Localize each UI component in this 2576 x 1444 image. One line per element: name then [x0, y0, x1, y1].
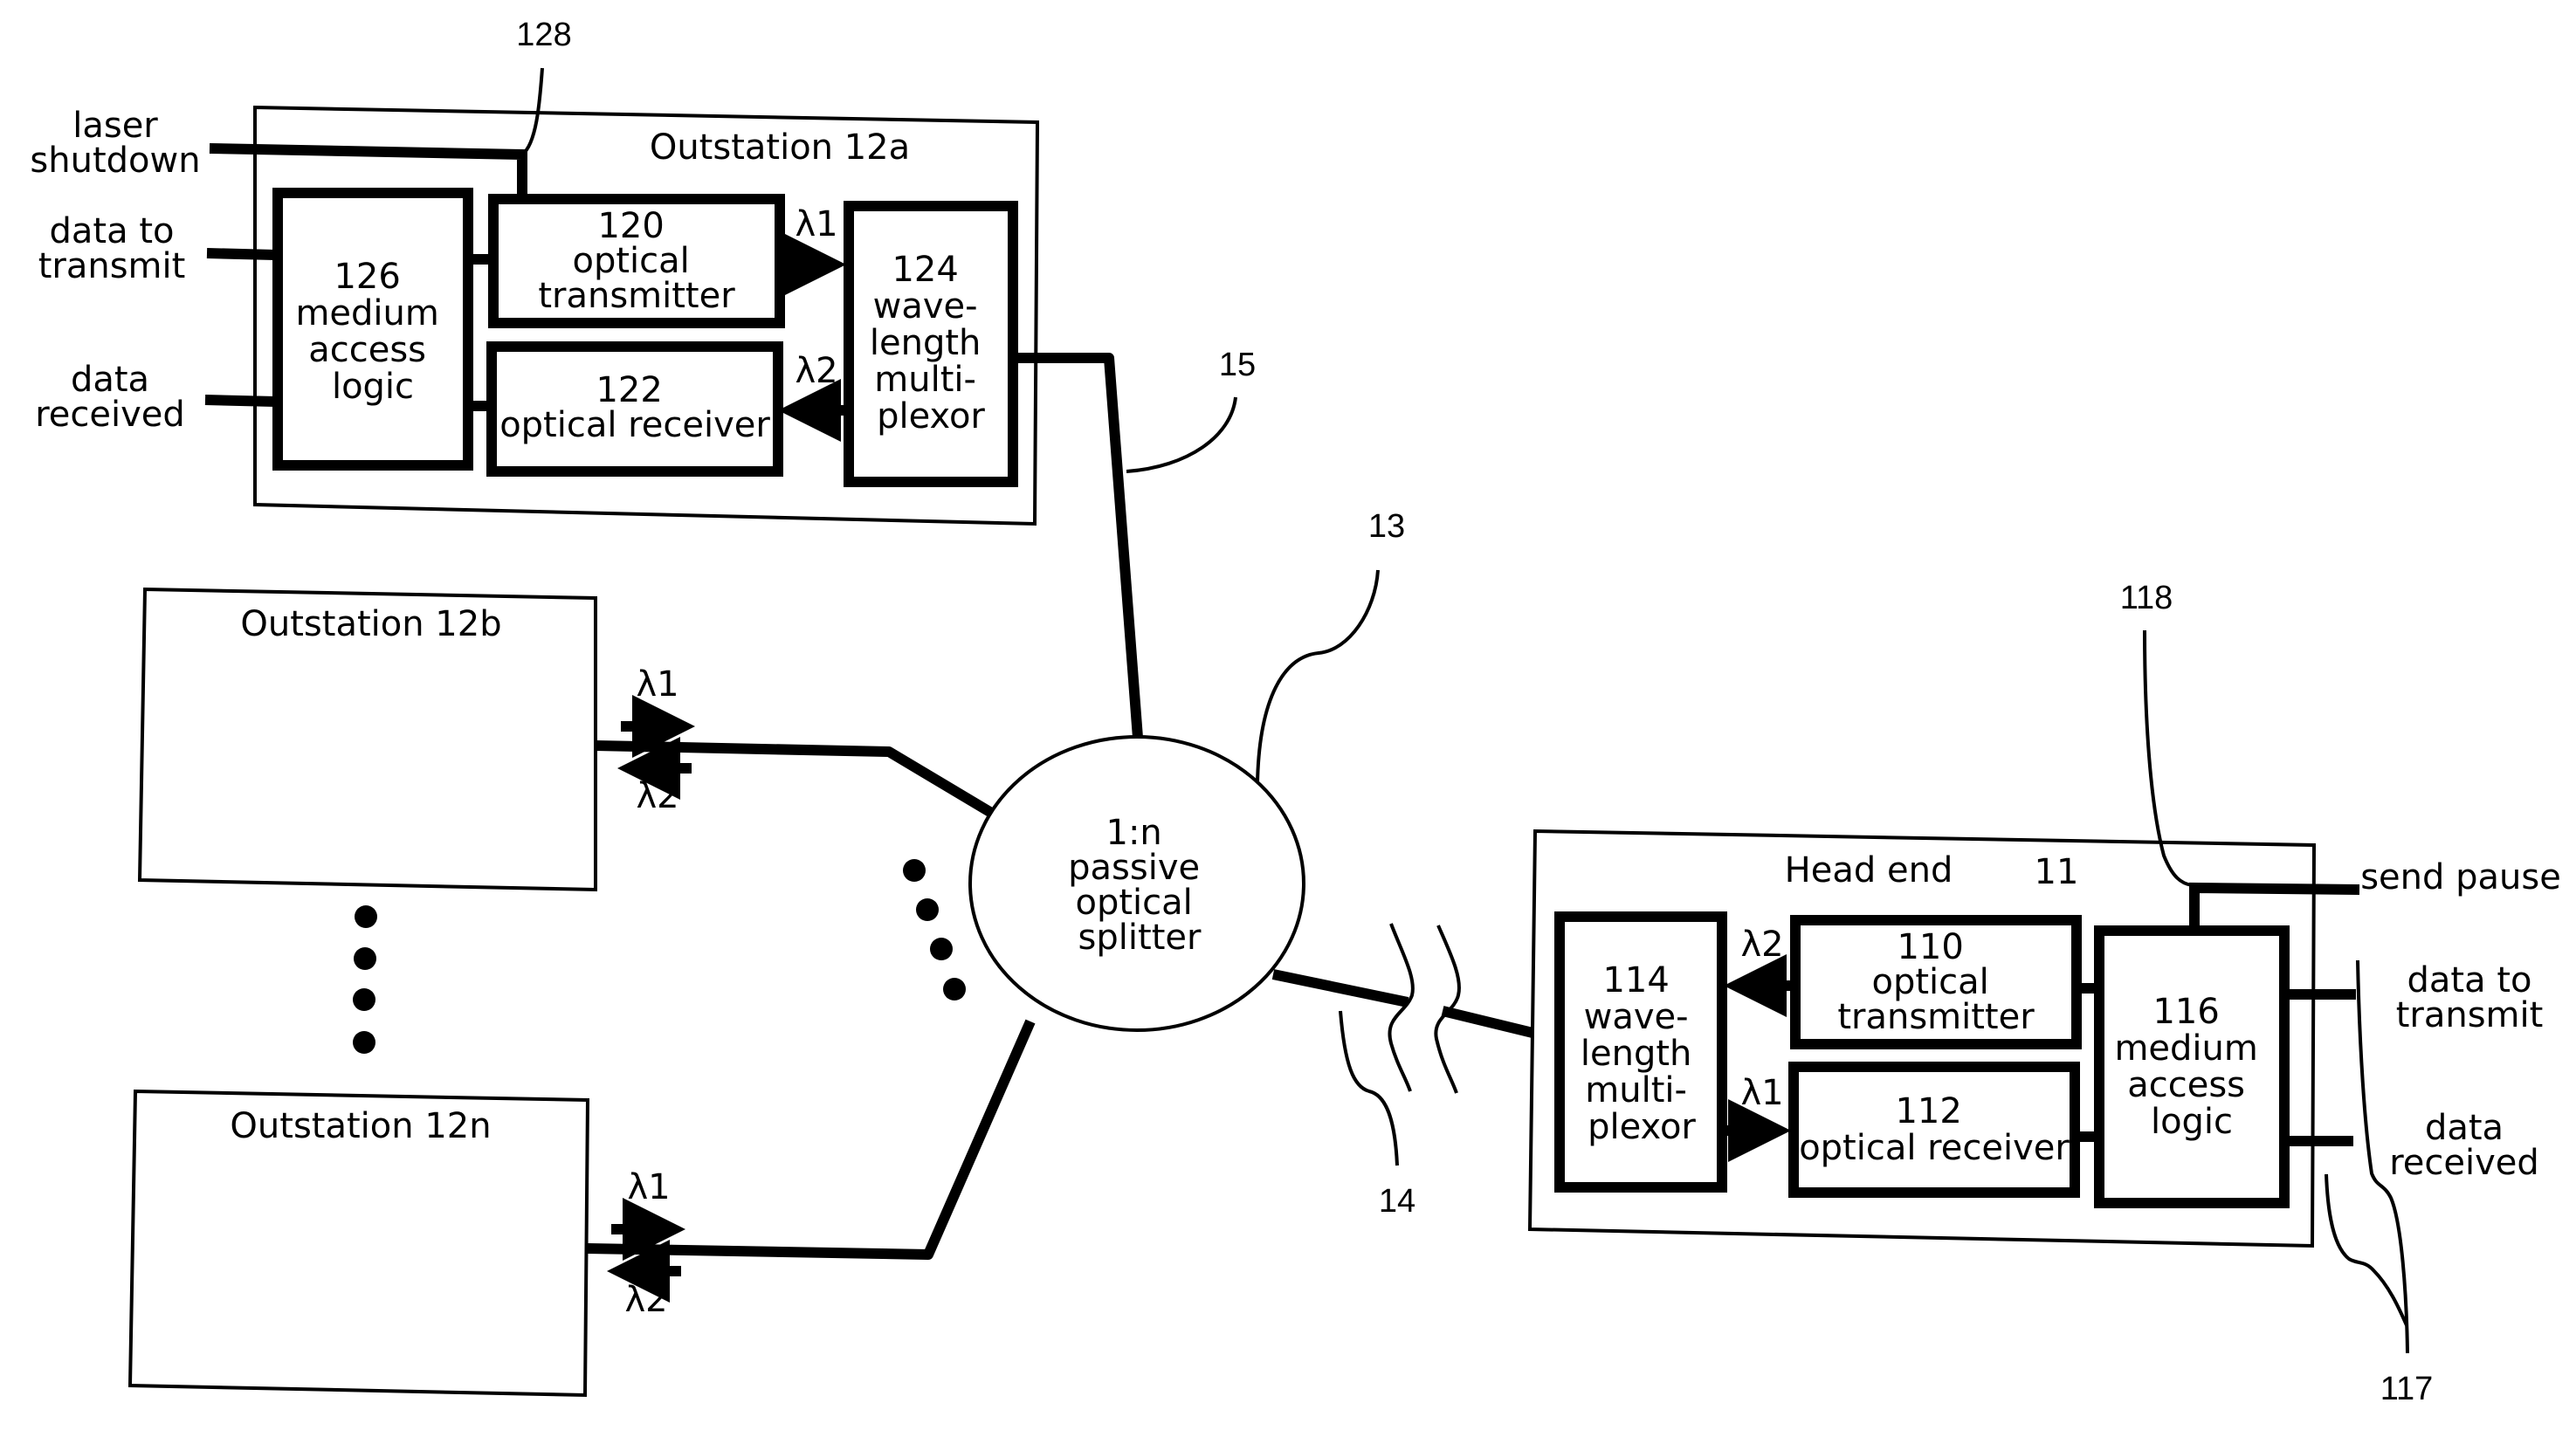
- ellipsis-dot: [354, 947, 376, 970]
- lambda2-label-head: λ2: [1740, 925, 1783, 965]
- ellipsis-dot: [903, 859, 926, 882]
- head-end-ref-11: 11: [2035, 852, 2079, 892]
- data-received-wire: [204, 395, 276, 407]
- lambda2-label-12n: λ2: [624, 1280, 667, 1320]
- head-end-11: Head end 11 114 wave- length multi- plex…: [1527, 580, 2561, 1407]
- lambda1-label-12a: λ1: [795, 204, 837, 244]
- ellipsis-dot: [355, 905, 377, 928]
- ref-14: 14: [1379, 1183, 1415, 1220]
- outstation-12n: Outstation 12n λ1 λ2: [127, 1019, 1036, 1398]
- ellipsis-dot: [353, 988, 375, 1011]
- ref-15-leader: [1126, 396, 1237, 473]
- data-received-label-2: received: [35, 395, 185, 435]
- trunk-fiber: 14: [1271, 923, 1560, 1220]
- ref-117: 117: [2380, 1371, 2434, 1407]
- drop-fiber-12n: [587, 1019, 1036, 1260]
- ref-13: 13: [1368, 508, 1405, 545]
- lambda1-label-12n: λ1: [627, 1167, 670, 1207]
- break-mark-1: [1388, 923, 1415, 1092]
- pon-diagram: Outstation 12a laser shutdown data to tr…: [30, 17, 2561, 1407]
- head-data-received-label-2: received: [2389, 1143, 2539, 1183]
- head-end-title: Head end: [1785, 850, 1953, 890]
- outstation-12a-title: Outstation 12a: [650, 127, 910, 168]
- outstation-12b: Outstation 12b λ1 λ2: [137, 587, 1001, 892]
- passive-optical-splitter: 1:n passive optical splitter 13: [968, 508, 1405, 1032]
- ref-13-leader: [1256, 569, 1380, 784]
- outstation-12n-title: Outstation 12n: [230, 1106, 491, 1146]
- ellipsis-dot: [916, 898, 939, 921]
- head-data-to-transmit-label-2: transmit: [2396, 995, 2544, 1035]
- lambda1-label-head: λ1: [1740, 1073, 1783, 1113]
- ref-15: 15: [1219, 347, 1256, 383]
- trunk-fiber-segment-1: [1271, 969, 1409, 1007]
- outstation-ellipsis: [353, 905, 377, 1054]
- ref-118: 118: [2120, 580, 2173, 616]
- data-to-transmit-wire: [206, 248, 276, 260]
- outstation-12b-title: Outstation 12b: [240, 604, 501, 644]
- lambda2-label-12a: λ2: [795, 351, 837, 391]
- ref-117-leader-2: [2325, 1173, 2408, 1326]
- lambda1-label-12b: λ1: [636, 664, 678, 705]
- ellipsis-dot: [930, 938, 953, 960]
- laser-shutdown-label-2: shutdown: [30, 141, 200, 181]
- data-to-transmit-label-2: transmit: [38, 246, 186, 286]
- ref-128: 128: [516, 17, 571, 53]
- send-pause-label: send pause: [2360, 857, 2561, 897]
- ellipsis-dot: [353, 1031, 375, 1054]
- lambda2-label-12b: λ2: [636, 776, 678, 816]
- ellipsis-dot: [943, 978, 966, 1000]
- splitter-port-ellipsis: [903, 859, 966, 1000]
